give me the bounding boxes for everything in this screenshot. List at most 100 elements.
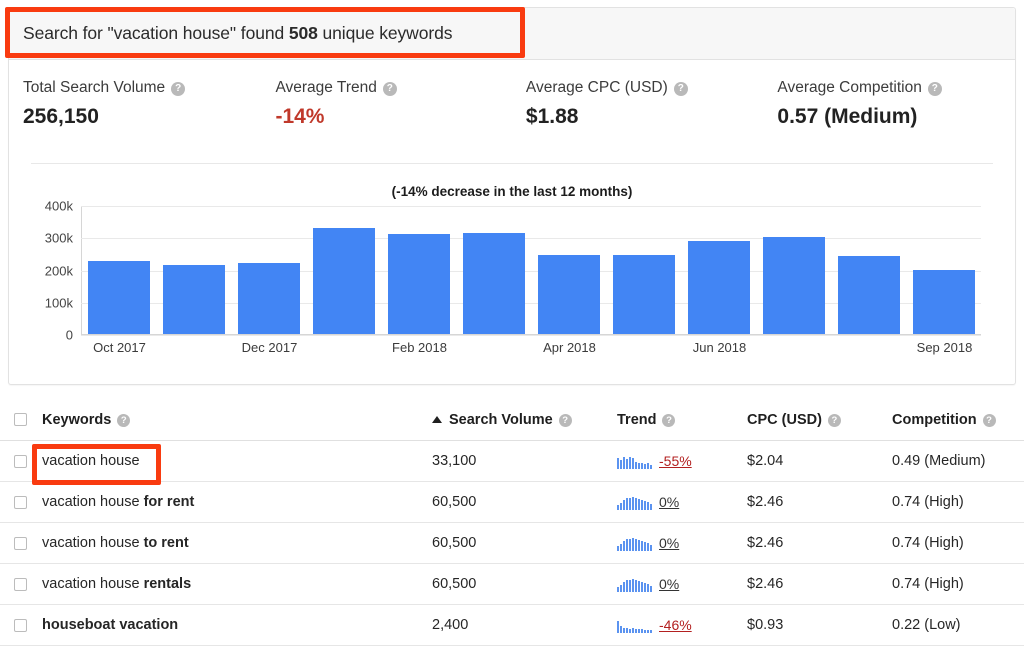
cell-keyword[interactable]: vacation house to rent xyxy=(42,535,432,551)
column-header-search-volume[interactable]: Search Volume ? xyxy=(432,412,617,428)
column-header-competition[interactable]: Competition ? xyxy=(892,412,1024,428)
column-header-trend[interactable]: Trend ? xyxy=(617,412,747,428)
stat-label: Average CPC (USD) ? xyxy=(526,79,777,97)
cell-keyword[interactable]: vacation house for rent xyxy=(42,494,432,510)
help-icon[interactable]: ? xyxy=(558,414,572,427)
cell-cpc: $0.93 xyxy=(747,617,784,633)
chart-bar-slot xyxy=(82,206,157,334)
keyword-plain-part: vacation house xyxy=(42,576,144,592)
help-icon[interactable]: ? xyxy=(117,414,131,427)
chart-bar-slot xyxy=(532,206,607,334)
x-axis-tick-label xyxy=(307,340,382,355)
table-header-row: Keywords ? Search Volume ? Trend ? CPC (… xyxy=(0,399,1024,441)
trend-sparkline-icon xyxy=(617,495,652,510)
stat-value: 0.57 (Medium) xyxy=(777,105,918,128)
gridline xyxy=(81,335,981,336)
cell-keyword[interactable]: vacation house rentals xyxy=(42,576,432,592)
row-checkbox[interactable] xyxy=(14,618,27,632)
column-label: Keywords xyxy=(42,411,112,428)
cell-keyword[interactable]: houseboat vacation xyxy=(42,617,432,633)
help-icon[interactable]: ? xyxy=(382,82,397,96)
select-all-cell xyxy=(14,413,42,426)
help-icon[interactable]: ? xyxy=(662,414,676,427)
column-label: Trend xyxy=(617,411,657,428)
cell-trend: 0% xyxy=(617,494,747,510)
chart-bar[interactable] xyxy=(687,241,750,334)
stat-value: 256,150 xyxy=(23,105,99,128)
table-row[interactable]: houseboat vacation 2,400 -46% $0.93 0.22 (Lo… xyxy=(0,605,1024,646)
help-icon[interactable]: ? xyxy=(673,82,688,96)
chart-bar-slot xyxy=(906,206,981,334)
cell-search-volume: 33,100 xyxy=(432,453,477,469)
help-icon[interactable]: ? xyxy=(927,82,942,96)
trend-percent-value[interactable]: 0% xyxy=(659,535,679,551)
keyword-plain-part: vacation house xyxy=(42,453,140,469)
table-row[interactable]: vacation house to rent 60,500 0% $2.46 0.74 … xyxy=(0,523,1024,564)
chart-bar[interactable] xyxy=(612,254,675,334)
y-axis-tick-label: 0 xyxy=(65,327,73,343)
cell-trend: -46% xyxy=(617,617,747,633)
help-icon[interactable]: ? xyxy=(982,414,996,427)
chart-bar-slot xyxy=(606,206,681,334)
chart-bar[interactable] xyxy=(912,270,975,334)
keyword-plain-part: vacation house xyxy=(42,535,144,551)
help-icon[interactable]: ? xyxy=(171,82,186,96)
chart-bar-slot xyxy=(382,206,457,334)
row-checkbox[interactable] xyxy=(14,495,27,509)
chart-bar[interactable] xyxy=(163,265,226,334)
cell-keyword[interactable]: vacation house xyxy=(42,453,432,469)
cell-competition: 0.49 (Medium) xyxy=(892,453,986,469)
chart-bar[interactable] xyxy=(463,233,526,334)
stat-average-competition: Average Competition ? 0.57 (Medium) xyxy=(777,79,1015,162)
cell-search-volume: 60,500 xyxy=(432,576,477,592)
chart-bar[interactable] xyxy=(388,234,451,334)
search-volume-chart: (-14% decrease in the last 12 months) 40… xyxy=(9,164,1015,384)
x-axis-tick-label: Oct 2017 xyxy=(93,340,146,355)
column-header-cpc[interactable]: CPC (USD) ? xyxy=(747,412,892,428)
chart-title: (-14% decrease in the last 12 months) xyxy=(391,184,633,199)
keyword-bold-part: rentals xyxy=(143,576,192,592)
trend-percent-value[interactable]: -46% xyxy=(659,617,692,633)
table-row[interactable]: vacation house for rent 60,500 0% $2.46 0.74… xyxy=(0,482,1024,523)
cell-cpc: $2.46 xyxy=(747,535,784,551)
results-header-prefix: Search for "vacation house" found xyxy=(23,23,289,43)
keyword-bold-part: for rent xyxy=(143,494,195,510)
stat-label-text: Total Search Volume xyxy=(23,79,166,96)
chart-bar[interactable] xyxy=(537,254,600,334)
cell-competition: 0.74 (High) xyxy=(892,494,964,510)
cell-competition: 0.74 (High) xyxy=(892,535,964,551)
chart-bar[interactable] xyxy=(762,237,825,334)
table-row[interactable]: vacation house rentals 60,500 0% $2.46 0.74 … xyxy=(0,564,1024,605)
cell-competition: 0.74 (High) xyxy=(892,576,964,592)
row-select-cell xyxy=(14,454,42,468)
keyword-bold-part: to rent xyxy=(143,535,189,551)
chart-bar[interactable] xyxy=(238,263,301,334)
row-checkbox[interactable] xyxy=(14,536,27,550)
chart-bars xyxy=(82,206,981,334)
row-checkbox[interactable] xyxy=(14,577,27,591)
table-row[interactable]: vacation house 33,100 -55% $2.04 0.49 (Mediu… xyxy=(0,441,1024,482)
stat-label-text: Average Trend xyxy=(275,79,377,96)
y-axis-tick-label: 300k xyxy=(44,230,73,246)
chart-bar[interactable] xyxy=(313,227,376,334)
x-axis-tick-label xyxy=(457,340,532,355)
cell-trend: 0% xyxy=(617,576,747,592)
select-all-checkbox[interactable] xyxy=(14,413,27,426)
chart-bar[interactable] xyxy=(88,261,151,334)
keywords-table: Keywords ? Search Volume ? Trend ? CPC (… xyxy=(0,399,1024,646)
table-body: vacation house 33,100 -55% $2.04 0.49 (Mediu… xyxy=(0,441,1024,646)
stat-label: Total Search Volume ? xyxy=(23,79,275,97)
help-icon[interactable]: ? xyxy=(827,414,841,427)
trend-percent-value[interactable]: 0% xyxy=(659,576,679,592)
trend-percent-value[interactable]: -55% xyxy=(659,453,692,469)
keyword-plain-part: vacation house xyxy=(42,494,144,510)
column-header-keywords[interactable]: Keywords ? xyxy=(42,412,432,428)
y-axis-tick-label: 100k xyxy=(44,295,73,311)
chart-bar[interactable] xyxy=(837,255,900,334)
results-header-title: Search for "vacation house" found 508 un… xyxy=(23,23,452,44)
row-checkbox[interactable] xyxy=(14,454,27,468)
chart-bar-slot xyxy=(756,206,831,334)
trend-percent-value[interactable]: 0% xyxy=(659,494,679,510)
x-axis-tick-label: Sep 2018 xyxy=(916,340,973,355)
stat-label: Average Competition ? xyxy=(777,79,1015,97)
